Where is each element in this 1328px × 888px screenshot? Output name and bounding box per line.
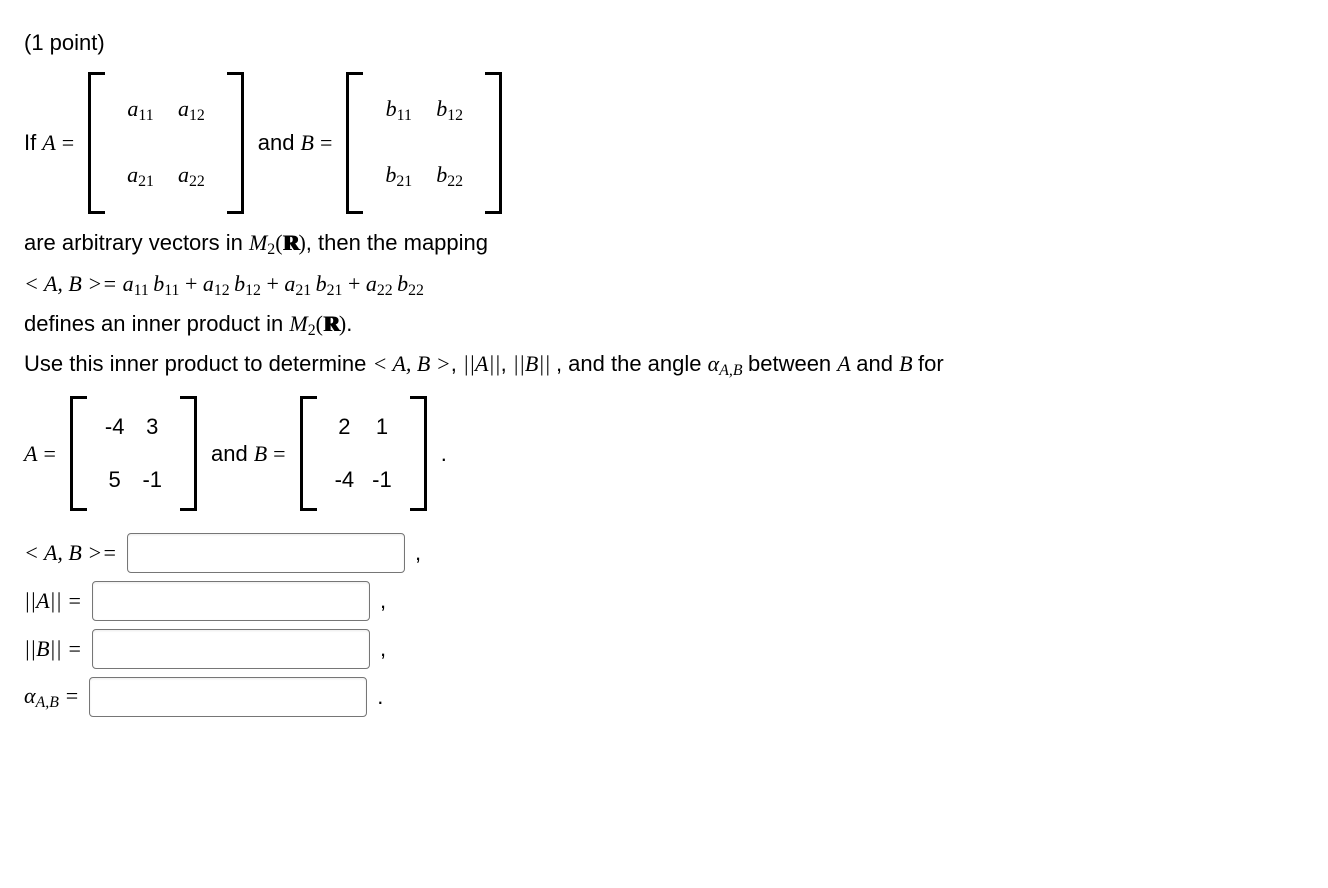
text-fragment: are arbitrary vectors in	[24, 230, 249, 255]
matrix-B-numeric: 2 1 -4 -1	[300, 396, 427, 511]
answer-input-norm-a[interactable]	[92, 581, 370, 621]
alpha-symbol: α	[708, 351, 720, 376]
answer-row-inner-product: < A, B >= ,	[24, 533, 1304, 573]
and-label: and	[211, 439, 248, 469]
answer-input-norm-b[interactable]	[92, 629, 370, 669]
real-numbers-symbol: R	[283, 228, 299, 258]
use-inner-product-line: Use this inner product to determine < A,…	[24, 349, 1304, 381]
matrix-cell: -4	[105, 412, 125, 442]
matrix-cell: 3	[146, 412, 158, 442]
m2-symbol: M	[289, 311, 307, 336]
equals-sign: =	[273, 439, 285, 469]
bracket-left-icon	[300, 396, 317, 511]
matrix-A-symbol: A	[42, 128, 55, 158]
answer-label-angle: αA,B =	[24, 681, 79, 713]
inner-product-rhs: a11 b11 + a12 b12 + a21 b21 + a22 b22	[123, 271, 424, 296]
answer-label-norm-b: ||B|| =	[24, 634, 82, 664]
equals-sign: =	[43, 439, 55, 469]
trailing-comma: ,	[380, 586, 386, 616]
answer-label-norm-a: ||A|| =	[24, 586, 82, 616]
trailing-comma: ,	[380, 634, 386, 664]
matrix-definition-line: If A = a11 a12 a21 a22 and B = b11 b12 b…	[24, 72, 1304, 215]
answer-label-inner-product: < A, B >=	[24, 538, 117, 568]
bracket-right-icon	[180, 396, 197, 511]
bracket-left-icon	[88, 72, 105, 215]
answer-input-inner-product[interactable]	[127, 533, 405, 573]
bracket-right-icon	[227, 72, 244, 215]
m2-symbol: M	[249, 230, 267, 255]
text-fragment: .	[346, 311, 352, 336]
problem-container: (1 point) If A = a11 a12 a21 a22 and B =…	[0, 0, 1328, 745]
matrix-A-symbol: A	[24, 439, 37, 469]
answer-section: < A, B >= , ||A|| = , ||B|| = , αA,B = .	[24, 533, 1304, 717]
text-fragment: between	[748, 351, 837, 376]
norm-a-symbol: ||A||	[463, 351, 501, 376]
matrix-A-symbolic: a11 a12 a21 a22	[88, 72, 244, 215]
inner-product-definition: < A, B >= a11 b11 + a12 b12 + a21 b21 + …	[24, 269, 1304, 301]
matrix-A-symbol: A	[837, 351, 850, 376]
paren-open: (	[275, 230, 282, 255]
text-fragment: defines an inner product in	[24, 311, 289, 336]
bracket-right-icon	[410, 396, 427, 511]
answer-row-angle: αA,B = .	[24, 677, 1304, 717]
inner-product-lhs: < A, B >=	[24, 271, 123, 296]
if-label: If	[24, 128, 36, 158]
numeric-matrices-line: A = -4 3 5 -1 and B = 2 1 -4 -1	[24, 396, 1304, 511]
answer-row-norm-a: ||A|| = ,	[24, 581, 1304, 621]
separator: ,	[451, 351, 463, 376]
norm-b-symbol: ||B||	[513, 351, 551, 376]
trailing-period: .	[377, 682, 383, 712]
matrix-cell: 2	[338, 412, 350, 442]
text-fragment: for	[918, 351, 944, 376]
and-label: and	[258, 128, 295, 158]
matrix-cell: -4	[335, 465, 355, 495]
bracket-right-icon	[485, 72, 502, 215]
equals-sign: =	[320, 128, 332, 158]
m2-sub: 2	[308, 322, 316, 339]
matrix-B-symbol: B	[300, 128, 313, 158]
defines-inner-product-line: defines an inner product in M2(R).	[24, 309, 1304, 341]
trailing-comma: ,	[415, 538, 421, 568]
bracket-left-icon	[70, 396, 87, 511]
matrix-B-symbol: B	[899, 351, 912, 376]
text-fragment: Use this inner product to determine	[24, 351, 373, 376]
text-fragment: , and the angle	[556, 351, 708, 376]
answer-input-angle[interactable]	[89, 677, 367, 717]
alpha-sub: A,B	[719, 362, 742, 379]
ab-symbol: < A, B >	[373, 351, 451, 376]
matrix-cell: 1	[376, 412, 388, 442]
real-numbers-symbol: R	[323, 309, 339, 339]
equals-sign: =	[62, 128, 74, 158]
separator: ,	[501, 351, 513, 376]
matrix-cell: 5	[109, 465, 121, 495]
matrix-cell: -1	[142, 465, 162, 495]
text-fragment: and	[856, 351, 899, 376]
matrix-B-symbolic: b11 b12 b21 b22	[346, 72, 502, 215]
points-label: (1 point)	[24, 28, 1304, 58]
arbitrary-vectors-line: are arbitrary vectors in M2(R), then the…	[24, 228, 1304, 260]
text-fragment: , then the mapping	[306, 230, 488, 255]
bracket-left-icon	[346, 72, 363, 215]
matrix-B-symbol: B	[254, 439, 267, 469]
answer-row-norm-b: ||B|| = ,	[24, 629, 1304, 669]
matrix-A-numeric: -4 3 5 -1	[70, 396, 197, 511]
matrix-cell: -1	[372, 465, 392, 495]
period: .	[441, 439, 447, 469]
paren-open: (	[316, 311, 323, 336]
